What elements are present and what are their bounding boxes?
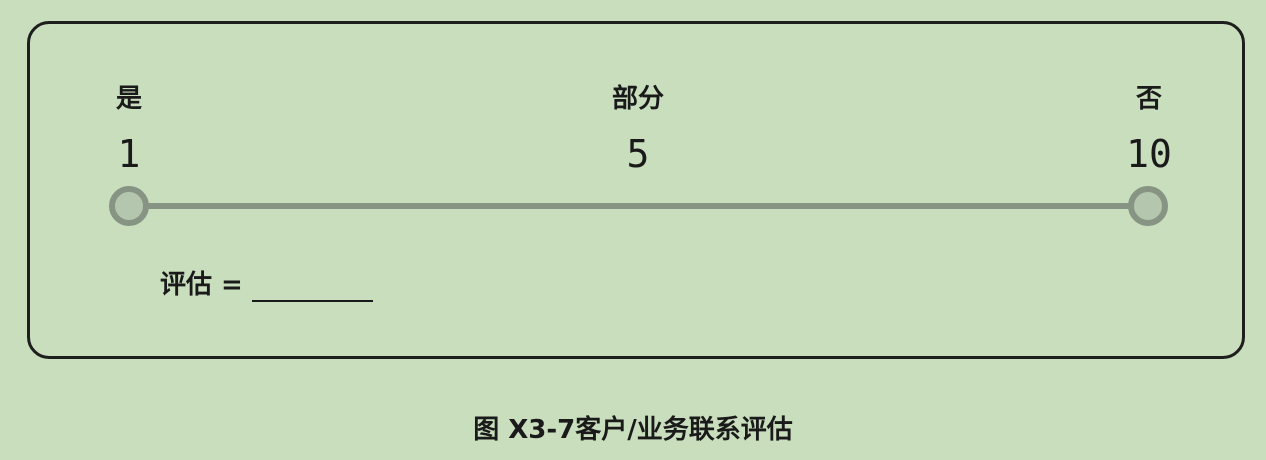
scale-start-marker (109, 186, 149, 226)
scale-value-start: 1 (117, 132, 141, 176)
rating-scale (109, 186, 1168, 226)
scale-end-marker (1128, 186, 1168, 226)
figure-caption: 图 X3-7客户/业务联系评估 (473, 415, 793, 445)
rating-blank (252, 300, 373, 302)
scale-value-middle: 5 (626, 132, 650, 176)
scale-label-no: 否 (1135, 84, 1163, 114)
scale-label-yes: 是 (115, 84, 143, 114)
scale-label-partial: 部分 (611, 84, 665, 114)
scale-value-end: 10 (1126, 132, 1172, 176)
rating-label: 评估 = (160, 270, 243, 300)
